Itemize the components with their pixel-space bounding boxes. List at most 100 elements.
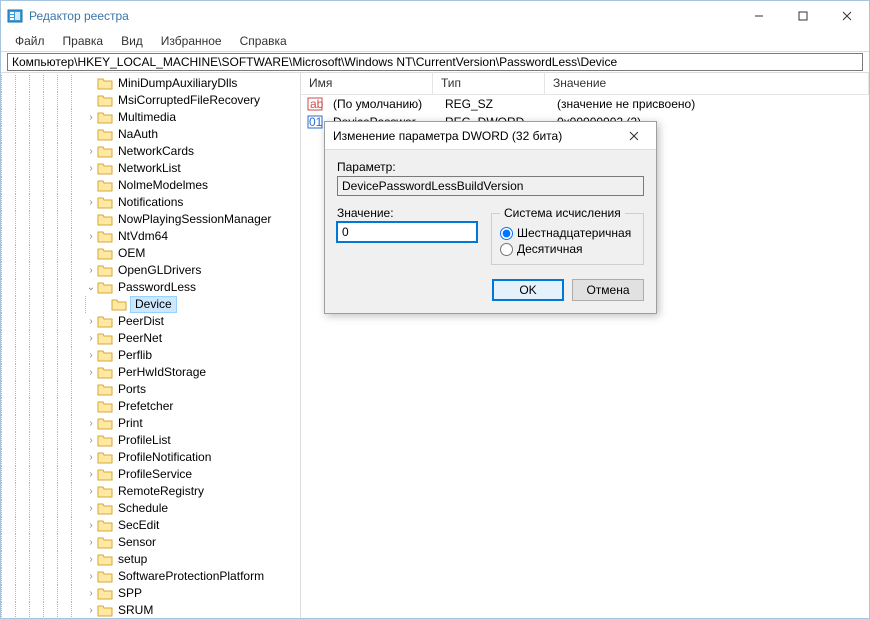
menu-favorites[interactable]: Избранное xyxy=(153,32,230,50)
folder-icon xyxy=(97,365,113,381)
twisty-icon[interactable]: › xyxy=(85,262,97,279)
tree-item-label: ProfileNotification xyxy=(116,449,213,466)
value-icon: ab xyxy=(307,96,323,112)
folder-icon xyxy=(97,246,113,262)
twisty-icon[interactable]: › xyxy=(85,585,97,602)
dialog-title: Изменение параметра DWORD (32 бита) xyxy=(333,129,620,143)
tree-item[interactable]: › SecEdit xyxy=(1,517,300,534)
tree-item[interactable]: NowPlayingSessionManager xyxy=(1,211,300,228)
tree-item[interactable]: MsiCorruptedFileRecovery xyxy=(1,92,300,109)
twisty-icon[interactable]: › xyxy=(85,449,97,466)
close-button[interactable] xyxy=(825,1,869,31)
folder-icon xyxy=(97,416,113,432)
tree-item-label: NolmeModelmes xyxy=(116,177,210,194)
param-name-input[interactable] xyxy=(337,176,644,196)
twisty-icon[interactable]: › xyxy=(85,415,97,432)
tree-item-label: SecEdit xyxy=(116,517,161,534)
tree-item[interactable]: Prefetcher xyxy=(1,398,300,415)
tree-item[interactable]: ›ProfileList xyxy=(1,432,300,449)
twisty-icon[interactable]: › xyxy=(85,228,97,245)
dialog-close-button[interactable] xyxy=(620,122,648,149)
tree-item[interactable]: ›NetworkList xyxy=(1,160,300,177)
tree-item[interactable]: ›Notifications xyxy=(1,194,300,211)
tree-item-label: MiniDumpAuxiliaryDlls xyxy=(116,75,239,92)
twisty-icon[interactable]: › xyxy=(85,330,97,347)
twisty-icon[interactable]: › xyxy=(85,432,97,449)
twisty-icon[interactable]: › xyxy=(85,602,97,618)
tree-item[interactable]: ›Perflib xyxy=(1,347,300,364)
folder-icon xyxy=(97,127,113,143)
tree-item[interactable]: ›SoftwareProtectionPlatform xyxy=(1,568,300,585)
tree-item[interactable]: ›OpenGLDrivers xyxy=(1,262,300,279)
col-header-type[interactable]: Тип xyxy=(433,73,545,94)
radio-hex[interactable]: Шестнадцатеричная xyxy=(500,226,635,240)
tree-item-label: NowPlayingSessionManager xyxy=(116,211,273,228)
twisty-icon[interactable]: › xyxy=(85,517,97,534)
twisty-icon[interactable]: › xyxy=(85,483,97,500)
minimize-button[interactable] xyxy=(737,1,781,31)
tree-item[interactable]: ›PeerNet xyxy=(1,330,300,347)
folder-icon xyxy=(97,144,113,160)
folder-icon xyxy=(97,535,113,551)
col-header-name[interactable]: Имя xyxy=(301,73,433,94)
tree-item[interactable]: ›Schedule xyxy=(1,500,300,517)
maximize-button[interactable] xyxy=(781,1,825,31)
tree-item[interactable]: NolmeModelmes xyxy=(1,177,300,194)
tree-item[interactable]: ›RemoteRegistry xyxy=(1,483,300,500)
list-row[interactable]: ab(По умолчанию)REG_SZ(значение не присв… xyxy=(301,95,869,113)
folder-icon xyxy=(97,212,113,228)
twisty-icon[interactable]: › xyxy=(85,466,97,483)
twisty-icon[interactable]: › xyxy=(85,347,97,364)
tree-item[interactable]: ›SPP xyxy=(1,585,300,602)
tree-item[interactable]: ›Print xyxy=(1,415,300,432)
tree-item[interactable]: ›NtVdm64 xyxy=(1,228,300,245)
tree-item[interactable]: ›Sensor xyxy=(1,534,300,551)
twisty-icon[interactable]: › xyxy=(85,534,97,551)
menu-file[interactable]: Файл xyxy=(7,32,53,50)
twisty-icon[interactable]: › xyxy=(85,143,97,160)
tree-item[interactable]: Ports xyxy=(1,381,300,398)
twisty-icon[interactable]: › xyxy=(85,109,97,126)
menu-edit[interactable]: Правка xyxy=(55,32,112,50)
tree-item[interactable]: MiniDumpAuxiliaryDlls xyxy=(1,75,300,92)
tree-item[interactable]: › PeerDist xyxy=(1,313,300,330)
cancel-button[interactable]: Отмена xyxy=(572,279,644,301)
tree-item[interactable]: ›ProfileService xyxy=(1,466,300,483)
tree-item-label: Ports xyxy=(116,381,148,398)
folder-icon xyxy=(97,467,113,483)
folder-icon xyxy=(111,297,127,313)
twisty-icon[interactable]: › xyxy=(85,364,97,381)
folder-icon xyxy=(97,263,113,279)
tree-item[interactable]: ›Multimedia xyxy=(1,109,300,126)
tree-item[interactable]: › ProfileNotification xyxy=(1,449,300,466)
radio-hex-input[interactable] xyxy=(500,227,513,240)
twisty-icon[interactable]: › xyxy=(85,194,97,211)
twisty-icon[interactable]: › xyxy=(85,160,97,177)
tree-item[interactable]: ›NetworkCards xyxy=(1,143,300,160)
menu-help[interactable]: Справка xyxy=(232,32,295,50)
address-input[interactable] xyxy=(7,53,863,71)
tree-item[interactable]: OEM xyxy=(1,245,300,262)
radio-dec-input[interactable] xyxy=(500,243,513,256)
tree-item[interactable]: NaAuth xyxy=(1,126,300,143)
tree-item[interactable]: Device xyxy=(1,296,300,313)
tree-item[interactable]: ⌄PasswordLess xyxy=(1,279,300,296)
tree-item[interactable]: ›SRUM xyxy=(1,602,300,618)
tree-item[interactable]: ›PerHwIdStorage xyxy=(1,364,300,381)
tree-pane[interactable]: MiniDumpAuxiliaryDllsMsiCorruptedFileRec… xyxy=(1,73,301,618)
col-header-value[interactable]: Значение xyxy=(545,73,869,94)
twisty-icon[interactable]: › xyxy=(85,568,97,585)
ok-button[interactable]: OK xyxy=(492,279,564,301)
dialog-titlebar: Изменение параметра DWORD (32 бита) xyxy=(325,122,656,150)
radio-dec[interactable]: Десятичная xyxy=(500,242,635,256)
tree-item[interactable]: ›setup xyxy=(1,551,300,568)
twisty-icon[interactable]: › xyxy=(85,551,97,568)
twisty-icon[interactable]: › xyxy=(85,500,97,517)
menu-view[interactable]: Вид xyxy=(113,32,151,50)
tree-item-label: PeerDist xyxy=(116,313,166,330)
folder-icon xyxy=(97,110,113,126)
twisty-icon[interactable]: ⌄ xyxy=(85,279,97,296)
value-input[interactable] xyxy=(337,222,477,242)
twisty-icon[interactable]: › xyxy=(85,313,97,330)
folder-icon xyxy=(97,195,113,211)
